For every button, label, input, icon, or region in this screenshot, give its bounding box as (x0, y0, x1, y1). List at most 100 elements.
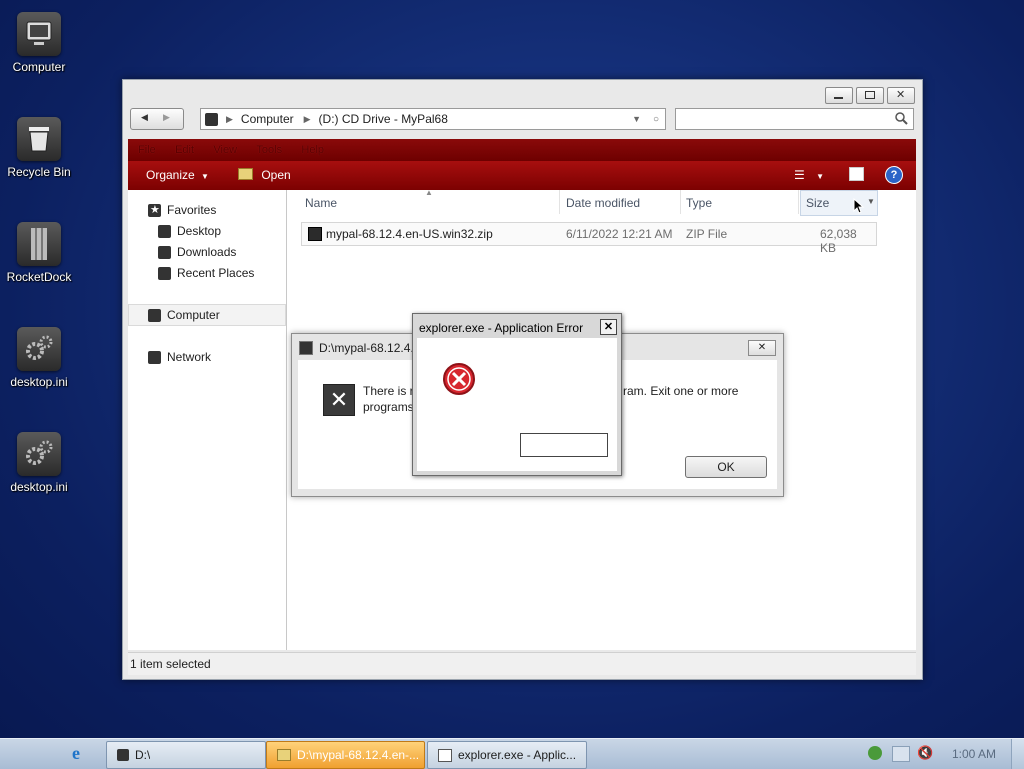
search-input[interactable] (675, 108, 914, 130)
taskbar-item-label: explorer.exe - Applic... (458, 748, 577, 762)
maximize-button[interactable] (856, 87, 884, 104)
nav-computer[interactable]: Computer (148, 308, 220, 322)
error-icon: ✕ (323, 384, 355, 416)
preview-pane-button[interactable] (849, 167, 864, 184)
computer-icon (17, 12, 61, 56)
computer-icon (148, 308, 161, 322)
dialog-close-button[interactable]: ✕ (600, 319, 617, 335)
file-type: ZIP File (686, 227, 728, 241)
nav-downloads[interactable]: Downloads (158, 245, 236, 259)
close-icon: ✕ (757, 342, 767, 353)
desktop-icon-label: Computer (12, 60, 66, 74)
column-header-type[interactable]: Type (686, 196, 712, 210)
menu-file[interactable]: File (138, 144, 156, 156)
internet-explorer-icon[interactable]: e (72, 743, 80, 764)
clock[interactable]: 1:00 AM (952, 747, 996, 761)
menu-view[interactable]: View (213, 144, 237, 156)
folder-icon (277, 749, 291, 761)
refresh-icon[interactable]: ○ (653, 114, 659, 125)
network-icon[interactable] (892, 746, 910, 762)
view-options-button[interactable]: ☰ ▼ (794, 168, 824, 182)
mouse-cursor-icon (853, 198, 865, 214)
action-center-icon[interactable] (868, 746, 882, 760)
desktop-icon-rocketdock[interactable]: RocketDock (0, 214, 78, 284)
desktop-icon-label: desktop.ini (10, 480, 68, 494)
search-icon[interactable] (895, 112, 909, 126)
command-bar: Organize ▼ Open ☰ ▼ ? (128, 161, 916, 190)
taskbar-item-explorer-error[interactable]: explorer.exe - Applic... (427, 741, 587, 769)
nav-label: Network (167, 350, 212, 364)
column-header-size[interactable]: Size (806, 196, 829, 210)
network-icon (148, 350, 161, 364)
dialog-title: explorer.exe - Application Error (419, 321, 584, 335)
menu-bar: File Edit View Tools Help (128, 139, 916, 161)
close-button[interactable]: ✕ (887, 87, 915, 104)
menu-help[interactable]: Help (301, 144, 324, 156)
zip-file-icon (308, 227, 322, 241)
view-list-icon: ☰ (794, 168, 805, 182)
breadcrumb-drive[interactable]: (D:) CD Drive - MyPal68 (319, 112, 448, 126)
volume-muted-icon[interactable]: 🔇 (917, 745, 933, 761)
column-header-date[interactable]: Date modified (566, 196, 640, 210)
address-bar[interactable]: ▶ Computer ▶ (D:) CD Drive - MyPal68 ▼ ○ (200, 108, 666, 130)
chevron-down-icon[interactable]: ▼ (867, 197, 875, 206)
taskbar-item-drive[interactable]: D:\ (106, 741, 266, 769)
start-area[interactable] (0, 739, 100, 769)
status-bar: 1 item selected (128, 652, 916, 675)
desktop-icon-recycle-bin[interactable]: Recycle Bin (0, 109, 78, 179)
recent-places-icon (158, 266, 171, 280)
nav-network[interactable]: Network (148, 350, 211, 364)
desktop-icon-label: desktop.ini (10, 375, 68, 389)
table-row[interactable]: mypal-68.12.4.en-US.win32.zip 6/11/2022 … (301, 222, 877, 255)
chevron-down-icon: ▼ (201, 172, 209, 181)
caption-buttons: ✕ (825, 87, 915, 104)
minimize-button[interactable] (825, 87, 853, 104)
show-desktop-button[interactable] (1011, 739, 1024, 769)
ok-button[interactable]: OK (685, 456, 767, 478)
file-size: 62,038 KB (820, 227, 857, 255)
open-button[interactable]: Open (238, 168, 291, 182)
desktop-icon-label: Recycle Bin (7, 165, 71, 179)
back-forward-buttons[interactable]: ◀ ▶ (130, 108, 184, 130)
desktop-icon (158, 224, 171, 238)
open-label: Open (261, 168, 291, 182)
downloads-icon (158, 245, 171, 259)
nav-recent-places[interactable]: Recent Places (158, 266, 254, 280)
desktop-icon-computer[interactable]: Computer (0, 4, 78, 74)
navigation-pane: ★ Favorites Desktop Downloads Recent Pla… (128, 190, 287, 650)
breadcrumb-computer[interactable]: Computer (241, 112, 294, 126)
back-icon[interactable]: ◀ (141, 112, 148, 123)
dialog-button[interactable] (520, 433, 608, 457)
nav-label: Computer (167, 308, 220, 322)
file-date: 6/11/2022 12:21 AM (566, 227, 673, 241)
nav-desktop[interactable]: Desktop (158, 224, 221, 238)
close-icon: ✕ (896, 89, 906, 101)
settings-file-icon (17, 432, 61, 476)
breadcrumb-separator-icon: ▶ (226, 113, 233, 124)
forward-icon[interactable]: ▶ (163, 112, 170, 123)
dialog-close-button[interactable]: ✕ (748, 340, 776, 356)
application-error-dialog: explorer.exe - Application Error ✕ (412, 313, 622, 476)
nav-favorites[interactable]: ★ Favorites (148, 203, 216, 217)
dialog-app-icon (299, 341, 313, 355)
desktop-icon-label: RocketDock (6, 270, 72, 284)
dialog-message-line2: programs (363, 400, 414, 414)
close-icon: ✕ (603, 321, 614, 333)
taskbar-item-mypal-dialog[interactable]: D:\mypal-68.12.4.en-... (266, 741, 425, 769)
organize-button[interactable]: Organize ▼ (146, 168, 209, 182)
address-dropdown-icon[interactable]: ▼ (632, 114, 641, 124)
dialog-message-right: ram. Exit one or more (623, 384, 739, 398)
file-name: mypal-68.12.4.en-US.win32.zip (326, 227, 493, 241)
star-icon: ★ (148, 203, 161, 217)
sort-arrow-icon: ▲ (425, 188, 433, 197)
organize-label: Organize (146, 168, 195, 182)
column-header-name[interactable]: Name (305, 196, 337, 210)
help-button[interactable]: ? (885, 166, 903, 184)
status-text: 1 item selected (130, 657, 211, 671)
drive-icon (117, 749, 129, 761)
taskbar-item-label: D:\ (135, 748, 151, 762)
desktop-icon-desktop-ini-1[interactable]: desktop.ini (0, 319, 78, 389)
menu-tools[interactable]: Tools (256, 144, 282, 156)
menu-edit[interactable]: Edit (175, 144, 194, 156)
desktop-icon-desktop-ini-2[interactable]: desktop.ini (0, 424, 78, 494)
